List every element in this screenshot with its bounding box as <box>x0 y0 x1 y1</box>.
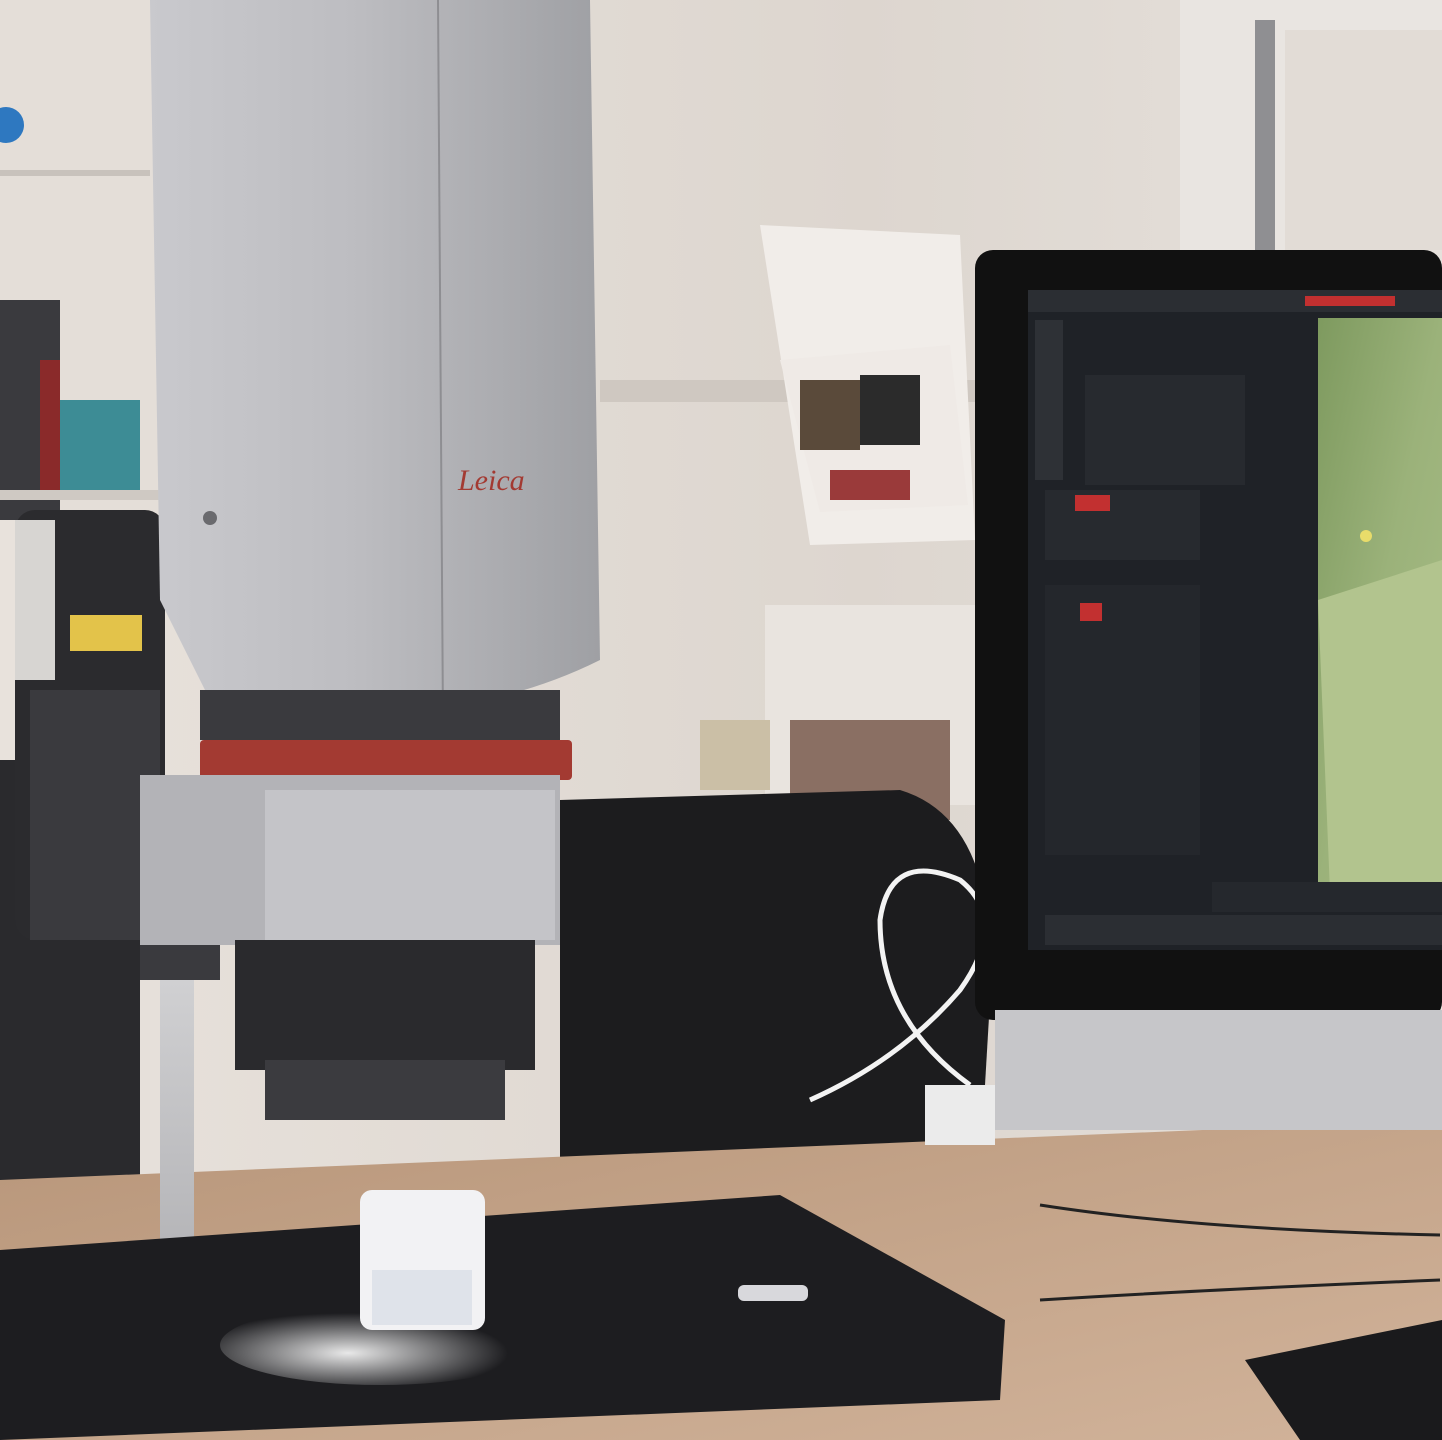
photo-scene: Leica <box>0 0 1442 1440</box>
warning-label <box>70 615 142 651</box>
sample-slide <box>738 1285 808 1301</box>
leica-logo: Leica <box>457 464 525 497</box>
monitor <box>925 250 1442 1145</box>
red-focus-ring <box>200 740 572 780</box>
wall-cabinet <box>1180 0 1442 250</box>
stand-pillar <box>160 960 194 1250</box>
red-panel-control <box>1075 495 1110 511</box>
left-shelf <box>0 0 160 520</box>
